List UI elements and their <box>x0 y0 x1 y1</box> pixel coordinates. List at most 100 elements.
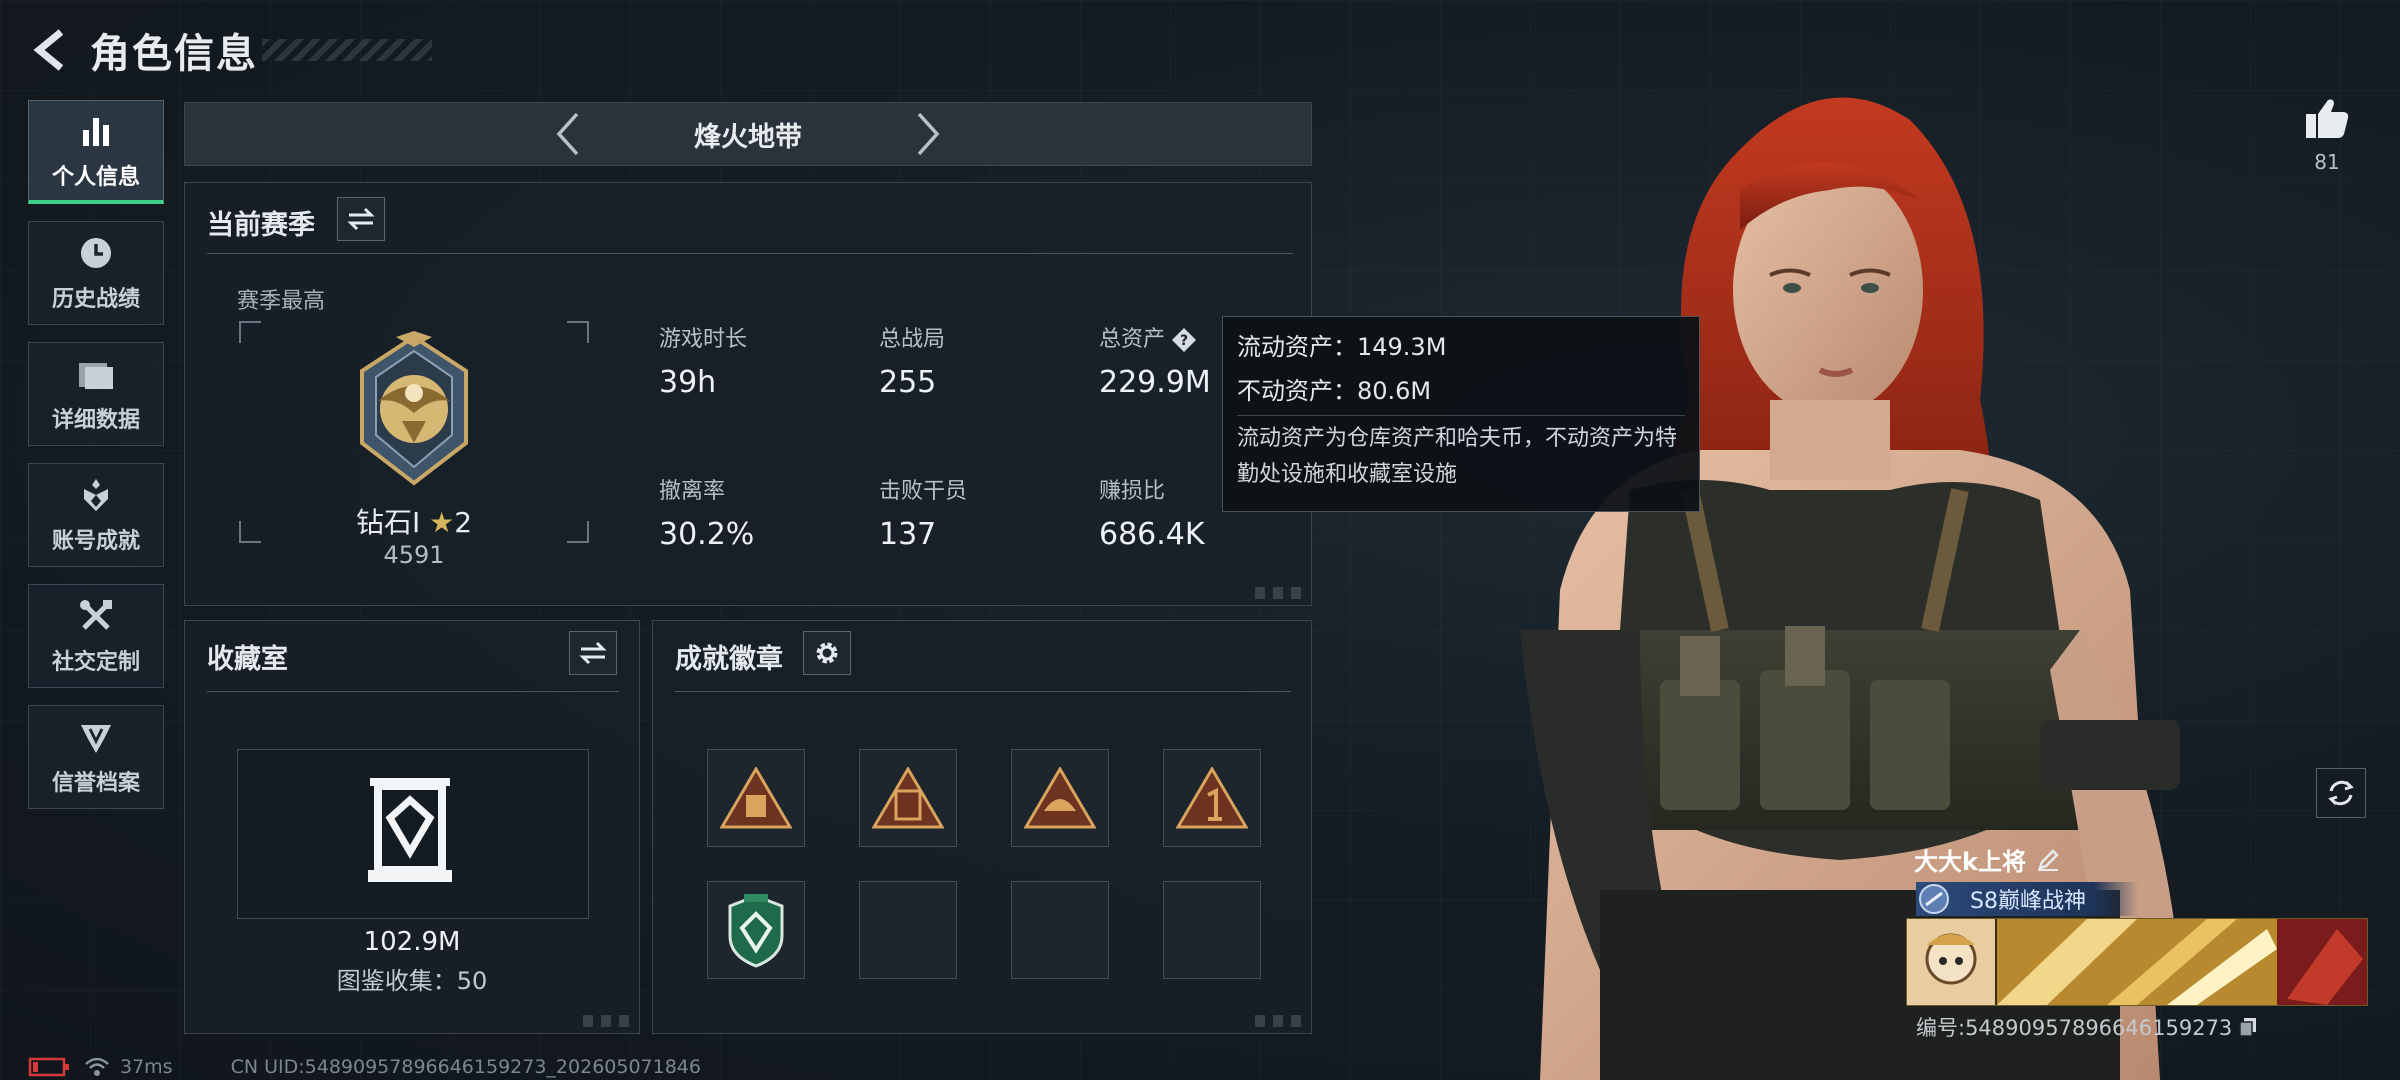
mode-selector: 烽火地带 <box>184 102 1312 166</box>
badge-slot[interactable] <box>707 881 805 979</box>
rank-name-row: 钻石Ⅰ ★2 <box>239 501 589 541</box>
assets-tooltip: 流动资产：149.3M 不动资产：80.6M 流动资产为仓库资产和哈夫币，不动资… <box>1222 316 1700 512</box>
stat-value: 137 <box>879 517 937 552</box>
tools-icon <box>76 596 116 636</box>
triangle-badge-icon <box>1024 767 1096 829</box>
title-decoration <box>262 39 432 61</box>
profile-banner[interactable] <box>1906 918 2368 1006</box>
nav-item-social[interactable]: 社交定制 <box>28 584 164 688</box>
badges-title: 成就徽章 <box>675 644 783 675</box>
player-title-tag[interactable]: S8巅峰战神 <box>1916 882 2138 916</box>
badge-slot[interactable] <box>859 749 957 847</box>
player-id: 编号:548909578966461592​73 <box>1916 1016 2233 1040</box>
stat-label-row: 总资产? <box>1099 321 1211 353</box>
stat-value: 255 <box>879 365 937 400</box>
status-footer: 37ms CN UID:548909578966461592​73_202605… <box>28 1054 701 1080</box>
nav-item-achievements[interactable]: 账号成就 <box>28 463 164 567</box>
wifi-icon <box>84 1056 110 1078</box>
nav-item-personal-info[interactable]: 个人信息 <box>28 100 164 204</box>
nav-item-history[interactable]: 历史战绩 <box>28 221 164 325</box>
badge-slot-empty[interactable] <box>1011 881 1109 979</box>
nav-item-detailed-data[interactable]: 详细数据 <box>28 342 164 446</box>
thumbs-up-icon <box>2306 99 2349 138</box>
collection-count: 图鉴收集：50 <box>336 967 488 995</box>
stat-total-matches: 总战局 255 <box>879 321 945 400</box>
header: 角色信息 <box>28 20 432 80</box>
copy-icon <box>2239 1018 2257 1037</box>
pencil-icon <box>2037 848 2059 871</box>
stat-profit-ratio: 赚损比 686.4K <box>1099 473 1205 552</box>
rank-frame: 钻石Ⅰ ★2 4591 <box>239 321 589 569</box>
chevron-left-icon <box>556 112 579 156</box>
badge-slot-empty[interactable] <box>1163 881 1261 979</box>
rank-name: 钻石Ⅰ <box>355 506 421 539</box>
badges-panel: 成就徽章 <box>652 620 1312 1034</box>
collection-panel: 收藏室 102.9M 图鉴收集：50 <box>184 620 640 1034</box>
nav-item-credit[interactable]: 信誉档案 <box>28 705 164 809</box>
tooltip-divider <box>1237 415 1685 416</box>
player-name: 大大k上将 <box>1914 848 2026 876</box>
back-button[interactable] <box>28 25 72 75</box>
divider <box>207 691 619 692</box>
like-button[interactable] <box>2300 96 2354 144</box>
collection-switch-button[interactable] <box>569 631 617 675</box>
stat-label: 总战局 <box>879 327 946 352</box>
side-nav: 个人信息 历史战绩 详细数据 账号成就 社交定制 信誉档案 <box>28 100 166 826</box>
player-id-row: 编号:548909578966461592​73 <box>1916 1012 2258 1042</box>
clock-icon <box>76 233 116 273</box>
collection-display[interactable] <box>237 749 589 919</box>
season-title: 当前赛季 <box>207 210 315 241</box>
stat-value: 686.4K <box>1099 517 1205 552</box>
next-mode-button[interactable] <box>898 104 958 164</box>
stat-label: 击败干员 <box>879 479 968 504</box>
season-best-label: 赛季最高 <box>237 289 326 314</box>
achievement-icon <box>76 475 116 515</box>
nav-label: 社交定制 <box>51 650 140 675</box>
divider <box>675 691 1291 692</box>
nav-label: 详细数据 <box>51 408 140 433</box>
stat-label: 撤离率 <box>659 479 726 504</box>
star-icon: ★ <box>429 506 455 539</box>
help-icon[interactable]: ? <box>1171 327 1197 353</box>
refresh-button[interactable] <box>2316 768 2366 818</box>
collection-title: 收藏室 <box>207 644 288 675</box>
badges-settings-button[interactable] <box>803 631 851 675</box>
mode-name: 烽火地带 <box>694 121 802 153</box>
emblem-icon <box>76 717 116 757</box>
nav-label: 账号成就 <box>51 529 140 554</box>
copy-id-button[interactable] <box>2238 1016 2258 1038</box>
ping-value: 37ms <box>120 1056 173 1078</box>
liquid-assets: 流动资产：149.3M <box>1237 333 1447 361</box>
svg-text:?: ? <box>1180 333 1188 349</box>
back-arrow-icon <box>33 29 64 71</box>
rank-score: 4591 <box>383 541 445 569</box>
like-count: 81 <box>2314 150 2340 174</box>
assets-description: 流动资产为仓库资产和哈夫币，不动资产为特勤处设施和收藏室设施 <box>1237 426 1678 487</box>
gear-icon <box>816 642 838 664</box>
banner-art <box>1907 919 2367 1005</box>
badge-slot[interactable] <box>1163 749 1261 847</box>
stat-value: 229.9M <box>1099 365 1211 400</box>
corner-decoration <box>583 1015 633 1027</box>
chevron-right-icon <box>917 112 940 156</box>
nav-label: 历史战绩 <box>51 287 140 312</box>
stat-label: 总资产 <box>1099 327 1166 352</box>
badge-slot[interactable] <box>1011 749 1109 847</box>
edit-name-button[interactable] <box>2036 848 2060 872</box>
season-switch-button[interactable] <box>337 197 385 241</box>
season-panel: 当前赛季 赛季最高 钻石Ⅰ ★2 4591 游戏时长 39h 总战局 255 总… <box>184 182 1312 606</box>
badge-slot-empty[interactable] <box>859 881 957 979</box>
like-area: 81 <box>2300 96 2354 174</box>
triangle-badge-icon <box>720 767 792 829</box>
badge-slot[interactable] <box>707 749 805 847</box>
uid-text: CN UID:548909578966461592​73_20260507184… <box>230 1056 701 1078</box>
stat-extraction-rate: 撤离率 30.2% <box>659 473 754 552</box>
prev-mode-button[interactable] <box>538 104 598 164</box>
player-title: S8巅峰战神 <box>1970 889 2086 914</box>
stat-label: 赚损比 <box>1099 479 1166 504</box>
stat-value: 39h <box>659 365 717 400</box>
battery-icon <box>28 1056 70 1078</box>
bar-chart-icon <box>76 111 116 151</box>
corner-decoration <box>1255 1015 1305 1027</box>
corner-decoration <box>1255 587 1305 599</box>
